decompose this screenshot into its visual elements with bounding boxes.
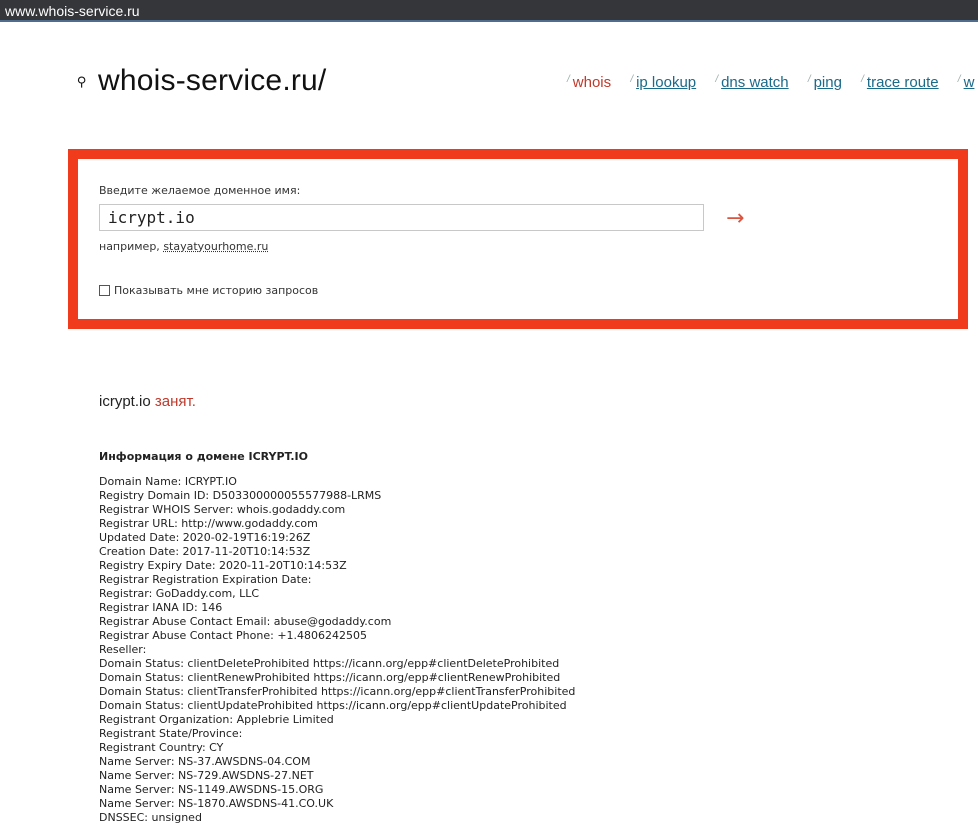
nav-separator: /	[861, 74, 864, 85]
result-domain: icrypt.io	[99, 393, 151, 410]
history-toggle[interactable]: Показывать мне историю запросов	[99, 284, 318, 297]
nav-separator: /	[715, 74, 719, 85]
whois-line: Registrar: GoDaddy.com, LLC	[99, 587, 260, 600]
whois-line: Registry Domain ID: D503300000055577988-…	[99, 489, 382, 502]
example-link[interactable]: stayatyourhome.ru	[163, 240, 268, 253]
whois-line: Name Server: NS-1149.AWSDNS-15.ORG	[99, 783, 324, 796]
search-form: Введите желаемое доменное имя: → наприме…	[68, 149, 968, 329]
search-label: Введите желаемое доменное имя:	[99, 184, 301, 197]
whois-line: Name Server: NS-37.AWSDNS-04.COM	[99, 755, 311, 768]
magnifier-icon: ⚲	[77, 75, 87, 90]
whois-line: DNSSEC: unsigned	[99, 811, 202, 824]
nav-separator: /	[957, 74, 961, 85]
whois-line: Domain Status: clientRenewProhibited htt…	[99, 671, 561, 684]
nav-item-trace-route[interactable]: / trace route	[861, 74, 939, 91]
whois-line: Domain Name: ICRYPT.IO	[99, 475, 237, 488]
address-bar-url: www.whois-service.ru	[5, 3, 140, 19]
domain-input[interactable]	[99, 204, 704, 231]
nav-link-ip-lookup[interactable]: ip lookup	[636, 74, 696, 91]
nav-separator: /	[630, 74, 634, 85]
nav-link-ping[interactable]: ping	[814, 74, 842, 91]
info-title: Информация о домене ICRYPT.IO	[99, 450, 309, 463]
nav-link-more[interactable]: w	[964, 74, 975, 91]
whois-line: Updated Date: 2020-02-19T16:19:26Z	[99, 531, 311, 544]
nav-link-trace-route[interactable]: trace route	[867, 74, 939, 91]
whois-line: Domain Status: clientDeleteProhibited ht…	[99, 657, 560, 670]
whois-line: Domain Status: clientTransferProhibited …	[99, 685, 576, 698]
nav-item-ping[interactable]: / ping	[808, 74, 842, 91]
whois-line: Registrant State/Province:	[99, 727, 243, 740]
whois-record: Domain Name: ICRYPT.IO Registry Domain I…	[99, 475, 575, 825]
whois-line: Registrar Abuse Contact Phone: +1.480624…	[99, 629, 368, 642]
history-checkbox[interactable]	[99, 285, 110, 296]
whois-line: Registrant Organization: Applebrie Limit…	[99, 713, 334, 726]
nav-item-more[interactable]: / w	[958, 74, 975, 91]
nav-link-dns-watch[interactable]: dns watch	[721, 74, 789, 91]
whois-line: Registrar URL: http://www.godaddy.com	[99, 517, 318, 530]
whois-line: Reseller:	[99, 643, 147, 656]
whois-line: Registrar WHOIS Server: whois.godaddy.co…	[99, 503, 346, 516]
nav-separator: /	[807, 74, 811, 85]
whois-line: Registrar IANA ID: 146	[99, 601, 223, 614]
whois-line: Registrant Country: CY	[99, 741, 224, 754]
example-prefix: например,	[99, 240, 164, 253]
example-hint: например, stayatyourhome.ru	[99, 240, 268, 253]
submit-arrow-button[interactable]: →	[726, 206, 744, 231]
nav-item-ip-lookup[interactable]: / ip lookup	[630, 74, 696, 91]
result-status: icrypt.io занят.	[99, 393, 196, 410]
whois-line: Name Server: NS-729.AWSDNS-27.NET	[99, 769, 314, 782]
main-nav: / whois / ip lookup / dns watch / ping / trac…	[567, 74, 978, 91]
nav-item-whois[interactable]: / whois	[567, 74, 611, 91]
history-label: Показывать мне историю запросов	[114, 284, 319, 297]
nav-link-whois[interactable]: whois	[573, 74, 611, 91]
address-bar[interactable]: www.whois-service.ru	[0, 0, 978, 22]
site-logo[interactable]: whois-service.ru/	[98, 64, 326, 98]
whois-line: Domain Status: clientUpdateProhibited ht…	[99, 699, 567, 712]
whois-line: Registrar Abuse Contact Email: abuse@god…	[99, 615, 392, 628]
result-taken-badge: занят.	[154, 393, 196, 410]
whois-line: Registrar Registration Expiration Date:	[99, 573, 312, 586]
whois-line: Name Server: NS-1870.AWSDNS-41.CO.UK	[99, 797, 334, 810]
nav-item-dns-watch[interactable]: / dns watch	[715, 74, 788, 91]
nav-separator: /	[567, 74, 570, 85]
whois-line: Registry Expiry Date: 2020-11-20T10:14:5…	[99, 559, 347, 572]
whois-line: Creation Date: 2017-11-20T10:14:53Z	[99, 545, 311, 558]
